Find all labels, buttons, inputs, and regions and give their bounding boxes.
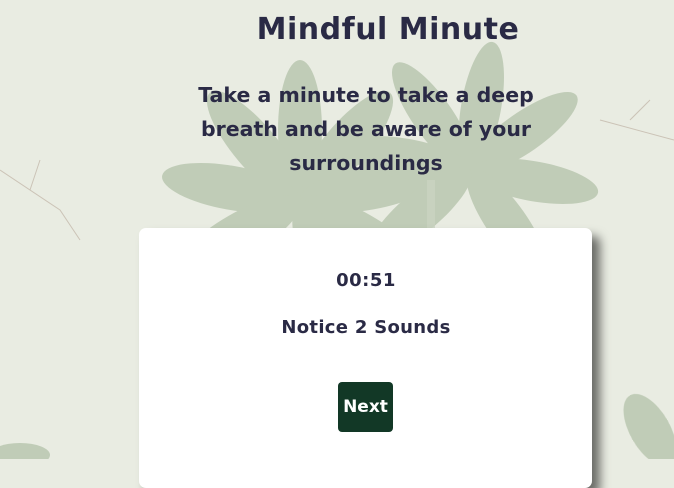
exercise-card (139, 228, 592, 488)
countdown-timer: 00:51 (336, 270, 396, 291)
page-subtitle: Take a minute to take a deep breath and … (198, 83, 534, 175)
next-button[interactable]: Next (338, 382, 393, 432)
exercise-prompt: Notice 2 Sounds (281, 317, 451, 338)
page-title: Mindful Minute (256, 12, 520, 47)
